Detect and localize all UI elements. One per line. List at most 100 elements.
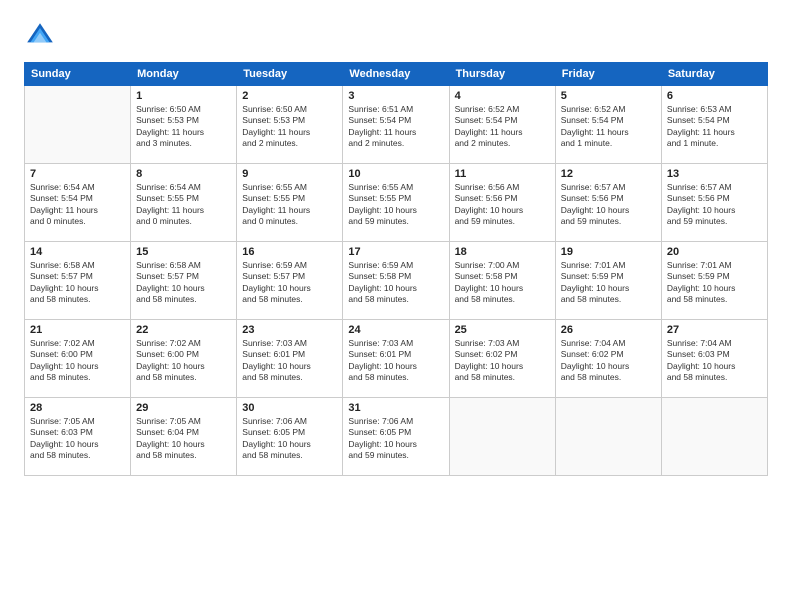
calendar-cell: 3 Sunrise: 6:51 AM Sunset: 5:54 PM Daylig…	[343, 86, 449, 164]
calendar-cell: 25 Sunrise: 7:03 AM Sunset: 6:02 PM Dayli…	[449, 320, 555, 398]
day-info: Sunrise: 6:55 AM Sunset: 5:55 PM Dayligh…	[348, 182, 443, 228]
calendar-week-row: 21 Sunrise: 7:02 AM Sunset: 6:00 PM Dayli…	[25, 320, 768, 398]
calendar-cell: 30 Sunrise: 7:06 AM Sunset: 6:05 PM Dayli…	[237, 398, 343, 476]
calendar-cell	[661, 398, 767, 476]
day-number: 31	[348, 402, 443, 414]
calendar-cell: 17 Sunrise: 6:59 AM Sunset: 5:58 PM Dayli…	[343, 242, 449, 320]
day-info: Sunrise: 7:06 AM Sunset: 6:05 PM Dayligh…	[348, 416, 443, 462]
day-info: Sunrise: 6:57 AM Sunset: 5:56 PM Dayligh…	[667, 182, 762, 228]
day-info: Sunrise: 6:52 AM Sunset: 5:54 PM Dayligh…	[455, 104, 550, 150]
calendar-cell: 29 Sunrise: 7:05 AM Sunset: 6:04 PM Dayli…	[131, 398, 237, 476]
day-info: Sunrise: 6:50 AM Sunset: 5:53 PM Dayligh…	[242, 104, 337, 150]
day-number: 13	[667, 168, 762, 180]
day-info: Sunrise: 6:54 AM Sunset: 5:54 PM Dayligh…	[30, 182, 125, 228]
day-info: Sunrise: 6:54 AM Sunset: 5:55 PM Dayligh…	[136, 182, 231, 228]
day-info: Sunrise: 7:01 AM Sunset: 5:59 PM Dayligh…	[561, 260, 656, 306]
day-number: 28	[30, 402, 125, 414]
calendar-cell: 2 Sunrise: 6:50 AM Sunset: 5:53 PM Daylig…	[237, 86, 343, 164]
day-number: 9	[242, 168, 337, 180]
day-info: Sunrise: 6:52 AM Sunset: 5:54 PM Dayligh…	[561, 104, 656, 150]
day-info: Sunrise: 6:53 AM Sunset: 5:54 PM Dayligh…	[667, 104, 762, 150]
logo	[24, 20, 62, 52]
calendar-cell: 1 Sunrise: 6:50 AM Sunset: 5:53 PM Daylig…	[131, 86, 237, 164]
day-number: 16	[242, 246, 337, 258]
day-info: Sunrise: 7:04 AM Sunset: 6:03 PM Dayligh…	[667, 338, 762, 384]
day-number: 24	[348, 324, 443, 336]
calendar-cell: 18 Sunrise: 7:00 AM Sunset: 5:58 PM Dayli…	[449, 242, 555, 320]
day-info: Sunrise: 6:50 AM Sunset: 5:53 PM Dayligh…	[136, 104, 231, 150]
day-number: 5	[561, 90, 656, 102]
calendar-week-row: 1 Sunrise: 6:50 AM Sunset: 5:53 PM Daylig…	[25, 86, 768, 164]
day-info: Sunrise: 6:58 AM Sunset: 5:57 PM Dayligh…	[30, 260, 125, 306]
day-number: 29	[136, 402, 231, 414]
calendar-cell: 12 Sunrise: 6:57 AM Sunset: 5:56 PM Dayli…	[555, 164, 661, 242]
calendar-cell: 5 Sunrise: 6:52 AM Sunset: 5:54 PM Daylig…	[555, 86, 661, 164]
day-number: 22	[136, 324, 231, 336]
day-info: Sunrise: 6:55 AM Sunset: 5:55 PM Dayligh…	[242, 182, 337, 228]
day-info: Sunrise: 6:51 AM Sunset: 5:54 PM Dayligh…	[348, 104, 443, 150]
day-info: Sunrise: 7:03 AM Sunset: 6:01 PM Dayligh…	[242, 338, 337, 384]
day-info: Sunrise: 7:03 AM Sunset: 6:01 PM Dayligh…	[348, 338, 443, 384]
day-number: 1	[136, 90, 231, 102]
weekday-header: Thursday	[449, 63, 555, 86]
calendar-cell: 16 Sunrise: 6:59 AM Sunset: 5:57 PM Dayli…	[237, 242, 343, 320]
calendar-cell: 24 Sunrise: 7:03 AM Sunset: 6:01 PM Dayli…	[343, 320, 449, 398]
calendar-cell: 22Sunrise: 7:02 AM Sunset: 6:00 PM Dayli…	[131, 320, 237, 398]
day-number: 8	[136, 168, 231, 180]
calendar-week-row: 28 Sunrise: 7:05 AM Sunset: 6:03 PM Dayli…	[25, 398, 768, 476]
day-number: 7	[30, 168, 125, 180]
day-info: Sunrise: 6:57 AM Sunset: 5:56 PM Dayligh…	[561, 182, 656, 228]
day-number: 18	[455, 246, 550, 258]
calendar-cell: 19 Sunrise: 7:01 AM Sunset: 5:59 PM Dayli…	[555, 242, 661, 320]
day-number: 30	[242, 402, 337, 414]
day-info: Sunrise: 7:05 AM Sunset: 6:03 PM Dayligh…	[30, 416, 125, 462]
day-info: Sunrise: 7:04 AM Sunset: 6:02 PM Dayligh…	[561, 338, 656, 384]
weekday-header: Friday	[555, 63, 661, 86]
day-number: 11	[455, 168, 550, 180]
calendar-cell	[449, 398, 555, 476]
day-number: 17	[348, 246, 443, 258]
day-number: 27	[667, 324, 762, 336]
page: SundayMondayTuesdayWednesdayThursdayFrid…	[0, 0, 792, 612]
calendar-cell: 31 Sunrise: 7:06 AM Sunset: 6:05 PM Dayli…	[343, 398, 449, 476]
day-number: 20	[667, 246, 762, 258]
day-info: Sunrise: 6:59 AM Sunset: 5:58 PM Dayligh…	[348, 260, 443, 306]
weekday-header: Monday	[131, 63, 237, 86]
calendar-cell: 23 Sunrise: 7:03 AM Sunset: 6:01 PM Dayli…	[237, 320, 343, 398]
day-number: 12	[561, 168, 656, 180]
calendar-cell: 15Sunrise: 6:58 AM Sunset: 5:57 PM Dayli…	[131, 242, 237, 320]
day-number: 23	[242, 324, 337, 336]
day-info: Sunrise: 6:56 AM Sunset: 5:56 PM Dayligh…	[455, 182, 550, 228]
calendar-cell: 14 Sunrise: 6:58 AM Sunset: 5:57 PM Dayli…	[25, 242, 131, 320]
calendar-cell: 20Sunrise: 7:01 AM Sunset: 5:59 PM Dayli…	[661, 242, 767, 320]
logo-icon	[24, 20, 56, 52]
day-info: Sunrise: 7:06 AM Sunset: 6:05 PM Dayligh…	[242, 416, 337, 462]
calendar-cell: 6 Sunrise: 6:53 AM Sunset: 5:54 PM Daylig…	[661, 86, 767, 164]
day-info: Sunrise: 6:59 AM Sunset: 5:57 PM Dayligh…	[242, 260, 337, 306]
day-info: Sunrise: 7:05 AM Sunset: 6:04 PM Dayligh…	[136, 416, 231, 462]
calendar-cell: 27 Sunrise: 7:04 AM Sunset: 6:03 PM Dayli…	[661, 320, 767, 398]
day-number: 21	[30, 324, 125, 336]
day-number: 26	[561, 324, 656, 336]
calendar-cell: 13 Sunrise: 6:57 AM Sunset: 5:56 PM Dayli…	[661, 164, 767, 242]
day-number: 3	[348, 90, 443, 102]
day-number: 2	[242, 90, 337, 102]
day-number: 14	[30, 246, 125, 258]
calendar-cell: 7 Sunrise: 6:54 AM Sunset: 5:54 PM Daylig…	[25, 164, 131, 242]
weekday-header: Saturday	[661, 63, 767, 86]
day-info: Sunrise: 7:00 AM Sunset: 5:58 PM Dayligh…	[455, 260, 550, 306]
day-number: 19	[561, 246, 656, 258]
calendar-cell	[25, 86, 131, 164]
day-info: Sunrise: 7:02 AM Sunset: 6:00 PM Dayligh…	[30, 338, 125, 384]
day-info: Sunrise: 6:58 AM Sunset: 5:57 PM Dayligh…	[136, 260, 231, 306]
calendar-cell: 26 Sunrise: 7:04 AM Sunset: 6:02 PM Dayli…	[555, 320, 661, 398]
calendar-table: SundayMondayTuesdayWednesdayThursdayFrid…	[24, 62, 768, 476]
day-info: Sunrise: 7:03 AM Sunset: 6:02 PM Dayligh…	[455, 338, 550, 384]
day-number: 6	[667, 90, 762, 102]
weekday-header: Sunday	[25, 63, 131, 86]
day-number: 25	[455, 324, 550, 336]
calendar-week-row: 14 Sunrise: 6:58 AM Sunset: 5:57 PM Dayli…	[25, 242, 768, 320]
day-number: 10	[348, 168, 443, 180]
calendar-cell: 11 Sunrise: 6:56 AM Sunset: 5:56 PM Dayli…	[449, 164, 555, 242]
calendar-header-row: SundayMondayTuesdayWednesdayThursdayFrid…	[25, 63, 768, 86]
